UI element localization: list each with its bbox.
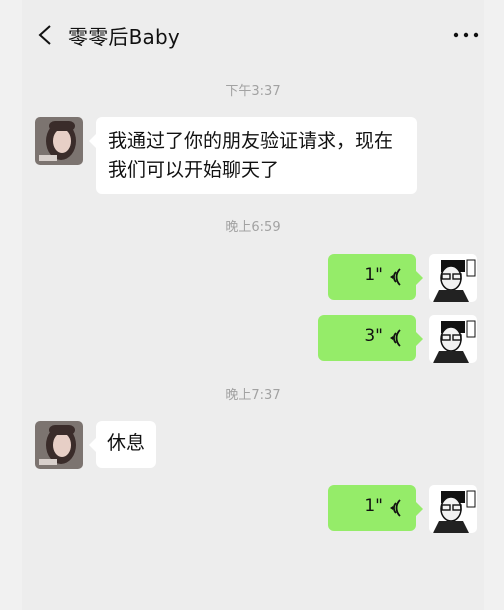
timestamp: 下午3:37 <box>225 84 281 99</box>
avatar[interactable] <box>35 421 83 469</box>
more-dots-icon[interactable] <box>448 23 484 47</box>
chat-screen: 零零后Baby 下午3:37 我通过了你的朋友验证请求，现在我们可以开始聊天了 … <box>22 0 484 610</box>
timestamp: 晚上6:59 <box>225 220 281 235</box>
avatar-image <box>35 421 83 469</box>
chat-header: 零零后Baby <box>22 0 484 72</box>
avatar-image <box>429 315 477 363</box>
voice-wave-icon <box>390 268 401 286</box>
avatar-image <box>35 117 83 165</box>
left-edge <box>0 0 22 610</box>
right-edge <box>484 0 504 610</box>
voice-wave-icon <box>390 329 401 347</box>
avatar-image <box>429 254 477 302</box>
chat-title: 零零后Baby <box>68 25 180 49</box>
voice-duration: 1" <box>364 265 383 285</box>
voice-duration: 1" <box>364 496 383 516</box>
timestamp: 晚上7:37 <box>225 388 281 403</box>
chevron-left-icon[interactable] <box>34 22 58 48</box>
message-text: 我通过了你的朋友验证请求，现在我们可以开始聊天了 <box>108 130 394 181</box>
voice-message-bubble[interactable]: 1" <box>328 254 423 300</box>
voice-wave-icon <box>390 499 401 517</box>
message-bubble-incoming[interactable]: 休息 <box>89 421 156 468</box>
voice-message-bubble[interactable]: 1" <box>328 485 423 531</box>
message-text: 休息 <box>107 432 146 454</box>
voice-duration: 3" <box>364 326 383 346</box>
message-bubble-incoming[interactable]: 我通过了你的朋友验证请求，现在我们可以开始聊天了 <box>89 117 417 194</box>
avatar-self[interactable] <box>429 254 477 302</box>
avatar-self[interactable] <box>429 315 477 363</box>
avatar-image <box>429 485 477 533</box>
avatar[interactable] <box>35 117 83 165</box>
avatar-self[interactable] <box>429 485 477 533</box>
voice-message-bubble[interactable]: 3" <box>318 315 423 361</box>
